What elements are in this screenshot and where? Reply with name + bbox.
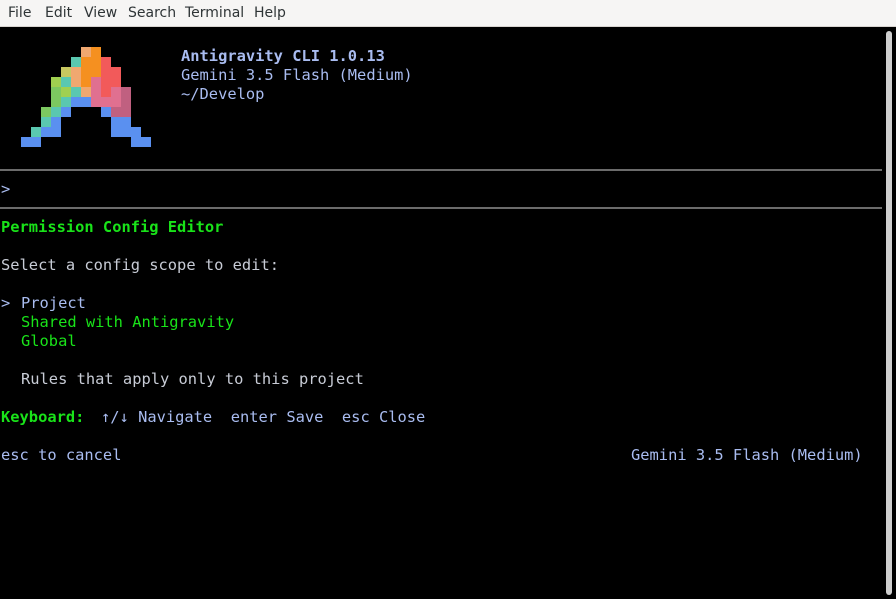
menu-edit[interactable]: Edit	[45, 5, 72, 21]
logo-pixel	[71, 77, 81, 87]
logo-pixel	[81, 57, 91, 67]
menu-view[interactable]: View	[84, 5, 117, 21]
option-project[interactable]: Project	[21, 294, 86, 313]
logo-pixel	[121, 117, 131, 127]
divider-top	[0, 169, 882, 171]
logo-pixel	[111, 67, 121, 77]
logo-pixel	[61, 87, 71, 97]
logo-pixel	[121, 127, 131, 137]
logo-pixel	[111, 87, 121, 97]
menu-search[interactable]: Search	[128, 5, 176, 21]
option-global[interactable]: Global	[21, 332, 77, 351]
menu-file[interactable]: File	[8, 5, 31, 21]
logo-pixel	[71, 87, 81, 97]
option-shared[interactable]: Shared with Antigravity	[21, 313, 234, 332]
keyboard-hints: ↑/↓ Navigate enter Save esc Close	[101, 408, 426, 426]
logo-pixel	[41, 127, 51, 137]
divider-bottom	[0, 207, 882, 209]
menubar: File Edit View Search Terminal Help	[0, 0, 896, 27]
menu-help[interactable]: Help	[254, 5, 286, 21]
logo-pixel	[21, 137, 31, 147]
logo-pixel	[71, 67, 81, 77]
logo-pixel	[31, 137, 41, 147]
status-model: Gemini 3.5 Flash (Medium)	[631, 446, 863, 464]
logo-pixel	[111, 127, 121, 137]
logo-pixel	[51, 117, 61, 127]
scrollbar-thumb[interactable]	[886, 31, 892, 595]
terminal-area[interactable]: Antigravity CLI 1.0.13 Gemini 3.5 Flash …	[0, 27, 882, 599]
logo-pixel	[111, 117, 121, 127]
logo-pixel	[41, 107, 51, 117]
option-description: Rules that apply only to this project	[21, 370, 364, 388]
logo-pixel	[51, 127, 61, 137]
logo-pixel	[121, 107, 131, 117]
selection-cursor: >	[1, 294, 11, 312]
logo-pixel	[111, 97, 121, 107]
logo-pixel	[81, 47, 91, 57]
logo-pixel	[61, 97, 71, 107]
logo-pixel	[101, 87, 111, 97]
menu-terminal[interactable]: Terminal	[185, 5, 244, 21]
logo-pixel	[101, 67, 111, 77]
working-directory: ~/Develop	[181, 85, 265, 103]
logo-pixel	[91, 47, 101, 57]
logo-pixel	[91, 67, 101, 77]
logo-pixel	[131, 137, 141, 147]
logo-pixel	[121, 97, 131, 107]
logo-pixel	[61, 67, 71, 77]
cancel-hint: esc to cancel	[1, 446, 122, 464]
logo-pixel	[111, 107, 121, 117]
logo-pixel	[81, 67, 91, 77]
app-title: Antigravity CLI 1.0.13	[181, 47, 385, 65]
logo-pixel	[91, 77, 101, 87]
logo-pixel	[141, 137, 151, 147]
logo-pixel	[61, 77, 71, 87]
logo-pixel	[91, 97, 101, 107]
logo-pixel	[131, 127, 141, 137]
logo-pixel	[31, 127, 41, 137]
scrollbar[interactable]	[882, 27, 896, 599]
logo-pixel	[51, 97, 61, 107]
prompt-symbol[interactable]: >	[1, 180, 10, 199]
logo-pixel	[111, 77, 121, 87]
logo-pixel	[101, 97, 111, 107]
logo-pixel	[121, 87, 131, 97]
model-name: Gemini 3.5 Flash (Medium)	[181, 66, 413, 84]
logo-pixel	[61, 107, 71, 117]
editor-title: Permission Config Editor	[1, 218, 224, 236]
keyboard-label: Keyboard:	[1, 408, 85, 426]
logo-pixel	[41, 117, 51, 127]
logo-pixel	[51, 77, 61, 87]
logo-pixel	[91, 57, 101, 67]
logo-pixel	[101, 57, 111, 67]
logo-pixel	[51, 107, 61, 117]
logo-pixel	[81, 87, 91, 97]
editor-instruction: Select a config scope to edit:	[1, 256, 279, 274]
logo-pixel	[91, 87, 101, 97]
logo-pixel	[71, 57, 81, 67]
logo-pixel	[81, 77, 91, 87]
logo-pixel	[51, 87, 61, 97]
logo-pixel	[101, 107, 111, 117]
logo-pixel	[81, 97, 91, 107]
logo-pixel	[101, 77, 111, 87]
antigravity-logo-icon	[21, 47, 151, 147]
logo-pixel	[71, 97, 81, 107]
